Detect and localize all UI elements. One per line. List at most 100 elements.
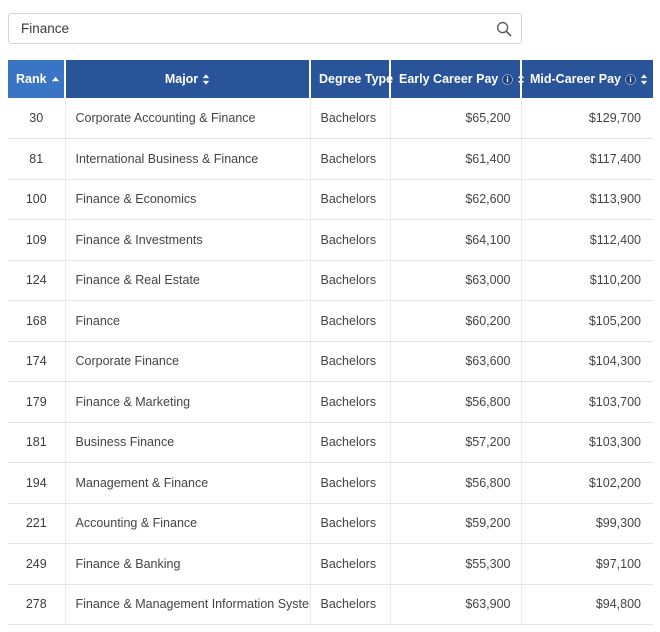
cell-degree-type: Bachelors [310,260,391,301]
table-header: Rank Major Degree Type Early Career Pay … [8,60,653,98]
sort-ascending-icon[interactable] [51,75,60,84]
cell-early-career-pay: $63,000 [390,260,522,301]
sort-both-icon[interactable] [640,74,648,85]
cell-major: Accounting & Finance [65,503,311,544]
cell-degree-type: Bachelors [310,462,391,504]
cell-degree-type: Bachelors [310,503,391,544]
table-row[interactable]: 174 Corporate Finance Bachelors $63,600 $104… [8,341,653,382]
cell-rank: 109 [8,219,66,261]
cell-degree-type: Bachelors [310,300,391,342]
info-icon[interactable] [502,74,514,85]
cell-degree-type: Bachelors [310,422,391,463]
cell-early-career-pay: $57,200 [390,422,522,463]
cell-degree-type: Bachelors [310,98,391,139]
cell-degree-type: Bachelors [310,543,391,585]
majors-table: Rank Major Degree Type Early Career Pay … [8,60,653,625]
cell-mid-career-pay: $129,700 [521,98,653,139]
cell-rank: 278 [8,584,66,625]
table-row[interactable]: 194 Management & Finance Bachelors $56,800 $… [8,462,653,504]
column-header-early-career-pay[interactable]: Early Career Pay [390,60,525,98]
cell-early-career-pay: $60,200 [390,300,522,342]
cell-rank: 181 [8,422,66,463]
column-header-early-career-pay-label: Early Career Pay [399,72,499,86]
cell-degree-type: Bachelors [310,219,391,261]
sort-both-icon[interactable] [517,74,525,85]
cell-rank: 124 [8,260,66,301]
table-body: 30 Corporate Accounting & Finance Bachelor… [8,98,653,625]
cell-early-career-pay: $64,100 [390,219,522,261]
column-header-mid-career-pay-label: Mid-Career Pay [530,72,622,86]
cell-major: Finance [65,300,311,342]
cell-major: Finance & Management Information Systems [65,584,311,625]
cell-early-career-pay: $62,600 [390,179,522,220]
cell-rank: 100 [8,179,66,220]
cell-major: International Business & Finance [65,138,311,180]
search-box[interactable] [8,13,522,44]
cell-major: Corporate Finance [65,341,311,382]
cell-rank: 194 [8,462,66,504]
cell-early-career-pay: $56,800 [390,462,522,504]
column-header-mid-career-pay[interactable]: Mid-Career Pay [521,60,653,98]
cell-degree-type: Bachelors [310,381,391,423]
cell-major: Finance & Marketing [65,381,311,423]
table-row[interactable]: 221 Accounting & Finance Bachelors $59,200 $… [8,503,653,544]
cell-rank: 168 [8,300,66,342]
cell-mid-career-pay: $112,400 [521,219,653,261]
cell-degree-type: Bachelors [310,584,391,625]
column-header-major-label: Major [164,72,199,86]
cell-mid-career-pay: $113,900 [521,179,653,220]
column-header-degree-type[interactable]: Degree Type [310,60,394,98]
table-row[interactable]: 109 Finance & Investments Bachelors $64,100… [8,219,653,261]
cell-major: Management & Finance [65,462,311,504]
cell-rank: 221 [8,503,66,544]
info-icon[interactable] [625,74,636,85]
cell-mid-career-pay: $103,300 [521,422,653,463]
cell-degree-type: Bachelors [310,138,391,180]
search-input[interactable] [9,14,521,43]
cell-major: Finance & Economics [65,179,311,220]
cell-mid-career-pay: $110,200 [521,260,653,301]
cell-rank: 179 [8,381,66,423]
cell-major: Finance & Investments [65,219,311,261]
cell-early-career-pay: $56,800 [390,381,522,423]
cell-mid-career-pay: $105,200 [521,300,653,342]
cell-early-career-pay: $61,400 [390,138,522,180]
table-row[interactable]: 30 Corporate Accounting & Finance Bachelor… [8,98,653,139]
cell-mid-career-pay: $97,100 [521,543,653,585]
table-row[interactable]: 100 Finance & Economics Bachelors $62,600 $1… [8,179,653,220]
cell-rank: 30 [8,98,66,139]
cell-mid-career-pay: $104,300 [521,341,653,382]
cell-early-career-pay: $63,900 [390,584,522,625]
cell-mid-career-pay: $117,400 [521,138,653,180]
cell-mid-career-pay: $99,300 [521,503,653,544]
cell-degree-type: Bachelors [310,341,391,382]
table-row[interactable]: 278 Finance & Management Information Syst… [8,584,653,625]
cell-mid-career-pay: $94,800 [521,584,653,625]
sort-both-icon[interactable] [202,74,210,85]
cell-degree-type: Bachelors [310,179,391,220]
column-header-major[interactable]: Major [65,60,311,98]
cell-rank: 174 [8,341,66,382]
column-header-rank-label: Rank [16,72,47,86]
table-row[interactable]: 179 Finance & Marketing Bachelors $56,800 $1… [8,381,653,423]
column-header-degree-type-label: Degree Type [319,72,394,86]
cell-mid-career-pay: $103,700 [521,381,653,423]
cell-early-career-pay: $65,200 [390,98,522,139]
cell-major: Corporate Accounting & Finance [65,98,311,139]
cell-rank: 81 [8,138,66,180]
cell-major: Finance & Real Estate [65,260,311,301]
majors-table-container: Rank Major Degree Type Early Career Pay … [8,60,653,625]
table-row[interactable]: 181 Business Finance Bachelors $57,200 $103,… [8,422,653,463]
table-row[interactable]: 249 Finance & Banking Bachelors $55,300 $97,… [8,543,653,585]
cell-early-career-pay: $63,600 [390,341,522,382]
cell-early-career-pay: $59,200 [390,503,522,544]
cell-major: Business Finance [65,422,311,463]
cell-early-career-pay: $55,300 [390,543,522,585]
table-row[interactable]: 81 International Business & Finance Bachel… [8,138,653,180]
column-header-rank[interactable]: Rank [8,60,66,98]
cell-mid-career-pay: $102,200 [521,462,653,504]
table-header-row: Rank Major Degree Type Early Career Pay … [8,60,653,98]
table-row[interactable]: 168 Finance Bachelors $60,200 $105,200 [8,300,653,342]
table-row[interactable]: 124 Finance & Real Estate Bachelors $63,000… [8,260,653,301]
cell-rank: 249 [8,543,66,585]
